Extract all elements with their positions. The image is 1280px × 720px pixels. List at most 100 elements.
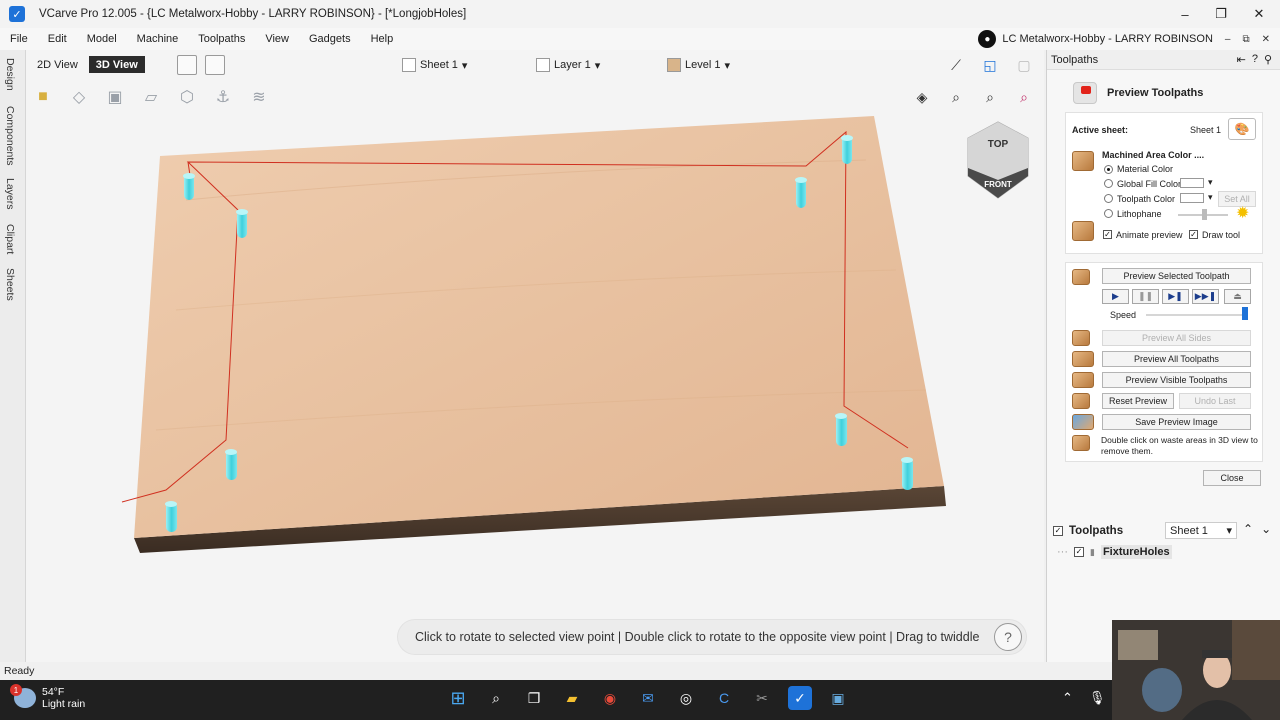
video-tutorial-icon[interactable] xyxy=(1073,82,1097,104)
menu-file[interactable]: File xyxy=(0,33,38,45)
menu-toolpaths[interactable]: Toolpaths xyxy=(188,33,255,45)
menu-view[interactable]: View xyxy=(255,33,299,45)
cube-icon[interactable]: ⬡ xyxy=(176,86,198,108)
toolpath-color-swatch[interactable] xyxy=(1180,193,1204,203)
stop-icon[interactable]: ⏏ xyxy=(1224,289,1251,304)
viewcube[interactable]: TOP FRONT xyxy=(966,120,1030,202)
lithophane-slider-handle[interactable] xyxy=(1202,209,1207,220)
zoom-box-icon[interactable]: ⌕ xyxy=(944,86,968,108)
chevron-down-icon[interactable]: ▾ xyxy=(1208,177,1213,188)
tab-2d-view[interactable]: 2D View xyxy=(30,56,85,73)
animate-preview-checkbox[interactable]: ✓ xyxy=(1103,230,1112,239)
help-button[interactable]: ? xyxy=(994,623,1022,651)
palette-icon[interactable]: 🎨 xyxy=(1228,118,1256,140)
undo-last-button[interactable]: Undo Last xyxy=(1179,393,1251,409)
move-down-icon[interactable]: ⌄ xyxy=(1261,522,1271,536)
tab-layers[interactable]: Layers xyxy=(4,178,16,210)
snap-icon[interactable]: ⟋ xyxy=(944,54,968,76)
menu-model[interactable]: Model xyxy=(77,33,127,45)
zoom-extents-icon[interactable]: ⌕ xyxy=(978,86,1002,108)
close-panel-button[interactable]: Close xyxy=(1203,470,1261,486)
menu-gadgets[interactable]: Gadgets xyxy=(299,33,361,45)
preview-all-sides-button[interactable]: Preview All Sides xyxy=(1102,330,1251,346)
tab-design[interactable]: Design xyxy=(4,58,16,91)
file-explorer-icon[interactable]: ▰ xyxy=(560,686,584,710)
split-view-layout-button[interactable] xyxy=(205,55,225,75)
search-icon[interactable]: ⌕ xyxy=(484,686,508,710)
panel-help-icon[interactable]: ? xyxy=(1252,53,1258,66)
skip-to-end-icon[interactable]: ▶▶❚ xyxy=(1192,289,1219,304)
chrome-icon[interactable]: ◉ xyxy=(598,686,622,710)
task-view-icon[interactable]: ❐ xyxy=(522,686,546,710)
shaded-view-icon[interactable]: ◈ xyxy=(910,86,934,108)
preview-all-toolpaths-button[interactable]: Preview All Toolpaths xyxy=(1102,351,1251,367)
draw-tool-checkbox[interactable]: ✓ xyxy=(1189,230,1198,239)
viewcube-front-label[interactable]: FRONT xyxy=(984,180,1012,189)
material-setup-icon[interactable]: ■ xyxy=(32,86,54,108)
doc-restore-button[interactable]: ⧉ xyxy=(1242,34,1249,45)
preview-selected-toolpath-button[interactable]: Preview Selected Toolpath xyxy=(1102,268,1251,284)
reset-preview-button[interactable]: Reset Preview xyxy=(1102,393,1174,409)
layer-selector[interactable]: Layer 1 ▾ xyxy=(536,58,600,72)
node-edit-icon[interactable]: ◱ xyxy=(978,54,1002,76)
toolpath-item-checkbox[interactable]: ✓ xyxy=(1074,547,1084,557)
toolpath-color-radio[interactable] xyxy=(1104,194,1113,203)
pause-icon[interactable]: ❚❚ xyxy=(1132,289,1159,304)
viewcube-top-label[interactable]: TOP xyxy=(988,139,1009,150)
doc-minimize-button[interactable]: – xyxy=(1225,34,1231,45)
3d-viewport[interactable]: 2D View 3D View Sheet 1 ▾ Layer 1 ▾ Leve… xyxy=(26,50,1044,662)
play-icon[interactable]: ▶ xyxy=(1102,289,1129,304)
plane-icon[interactable]: ▱ xyxy=(140,86,162,108)
dell-icon[interactable]: ◎ xyxy=(674,686,698,710)
toolpaths-visible-checkbox[interactable]: ✓ xyxy=(1053,526,1063,536)
toolpath-item[interactable]: ··· ✓ ▮ FixtureHoles xyxy=(1057,545,1172,559)
move-up-icon[interactable]: ⌃ xyxy=(1243,522,1253,536)
chevron-down-icon[interactable]: ▾ xyxy=(1208,192,1213,203)
3d-scene[interactable] xyxy=(26,50,1044,662)
speed-slider-handle[interactable] xyxy=(1242,307,1248,320)
microphone-icon[interactable]: 🎙 xyxy=(1089,690,1106,706)
tab-sheets[interactable]: Sheets xyxy=(4,268,16,301)
app-c-icon[interactable]: C xyxy=(712,686,736,710)
tray-overflow-icon[interactable]: ⌃ xyxy=(1062,690,1073,706)
user-account-area[interactable]: ● LC Metalworx-Hobby - LARRY ROBINSON – … xyxy=(978,28,1270,50)
windows-start-icon[interactable]: ⊞ xyxy=(446,686,470,710)
menu-edit[interactable]: Edit xyxy=(38,33,77,45)
menu-help[interactable]: Help xyxy=(361,33,404,45)
toolpaths-sheet-select[interactable]: Sheet 1 ▾ xyxy=(1165,522,1237,539)
sheet-selector[interactable]: Sheet 1 ▾ xyxy=(402,58,467,72)
tab-components[interactable]: Components xyxy=(4,106,16,166)
shapes-icon[interactable]: ◇ xyxy=(68,86,90,108)
maximize-button[interactable]: ❐ xyxy=(1202,0,1240,28)
zoom-selected-icon[interactable]: ⌕ xyxy=(1012,86,1036,108)
tab-3d-view[interactable]: 3D View xyxy=(88,56,145,73)
single-view-layout-button[interactable] xyxy=(177,55,197,75)
pin-icon[interactable]: ⚲ xyxy=(1264,53,1272,66)
level-selector[interactable]: Level 1 ▾ xyxy=(667,58,730,72)
global-fill-color-swatch[interactable] xyxy=(1180,178,1204,188)
transform-icon[interactable]: ▢ xyxy=(1012,54,1036,76)
weather-temp: 54°F xyxy=(42,686,65,698)
menu-machine[interactable]: Machine xyxy=(127,33,189,45)
minimize-button[interactable]: – xyxy=(1166,0,1204,28)
texture-icon[interactable]: ≋ xyxy=(248,86,270,108)
step-forward-icon[interactable]: ▶❚ xyxy=(1162,289,1189,304)
mail-icon[interactable]: ✉ xyxy=(636,686,660,710)
snipping-tool-icon[interactable]: ✂ xyxy=(750,686,774,710)
weather-widget[interactable]: 1 54°F Light rain xyxy=(10,684,85,710)
lithophane-radio[interactable] xyxy=(1104,209,1113,218)
tab-clipart[interactable]: Clipart xyxy=(4,224,16,254)
preview-visible-toolpaths-button[interactable]: Preview Visible Toolpaths xyxy=(1102,372,1251,388)
speed-slider[interactable] xyxy=(1146,314,1246,316)
material-color-radio[interactable] xyxy=(1104,165,1113,174)
anchor-icon[interactable]: ⚓ xyxy=(212,86,234,108)
close-window-button[interactable]: ✕ xyxy=(1240,0,1278,28)
title-bar: ✓ VCarve Pro 12.005 - {LC Metalworx-Hobb… xyxy=(0,0,1280,28)
image-icon[interactable]: ▣ xyxy=(104,86,126,108)
save-preview-image-button[interactable]: Save Preview Image xyxy=(1102,414,1251,430)
vcarve-taskbar-icon[interactable]: ✓ xyxy=(788,686,812,710)
global-fill-color-radio[interactable] xyxy=(1104,179,1113,188)
capture-app-icon[interactable]: ▣ xyxy=(826,686,850,710)
collapse-panel-icon[interactable]: ⇤ xyxy=(1237,53,1246,66)
doc-close-button[interactable]: ✕ xyxy=(1262,34,1270,45)
